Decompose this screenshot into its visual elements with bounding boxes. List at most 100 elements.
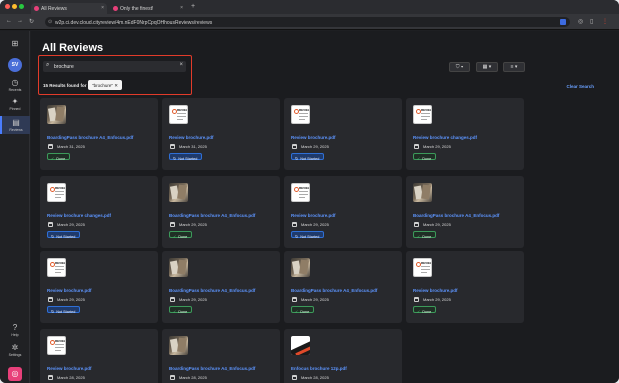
browser-tab[interactable]: Only the finest! × (110, 3, 186, 14)
review-card[interactable]: REVIEW Review brochure.pdf March 31, 2025 ↻… (162, 98, 280, 170)
file-name-link[interactable]: Review brochure.pdf (47, 288, 92, 293)
forward-icon[interactable]: → (17, 18, 23, 24)
status-badge: ↻ Not Started (169, 153, 203, 161)
file-name-link[interactable]: Review brochure.pdf (413, 288, 458, 293)
document-thumbnail[interactable] (291, 258, 310, 277)
sidebar-item-label: Reviews (9, 128, 23, 132)
review-card[interactable]: Enfocus brochure 12p.pdf March 28, 2025 (284, 329, 402, 383)
review-card[interactable]: BoardingPass brochure A4_Enfocus.pdf Marc… (162, 251, 280, 323)
document-thumbnail[interactable] (47, 105, 66, 124)
avatar[interactable]: SV (8, 58, 22, 72)
sort-icon: ≡ (510, 64, 514, 70)
minimize-window-icon[interactable] (12, 4, 17, 9)
file-name-link[interactable]: Review brochure.pdf (169, 135, 214, 140)
document-thumbnail[interactable]: REVIEW (413, 258, 432, 277)
search-input[interactable] (54, 62, 172, 71)
calendar-icon (170, 222, 175, 228)
review-card[interactable]: REVIEW Review brochure changes.pdf March 2… (406, 98, 524, 170)
file-name-link[interactable]: Enfocus brochure 12p.pdf (291, 366, 347, 371)
file-name-link[interactable]: Review brochure.pdf (47, 366, 92, 371)
back-icon[interactable]: ← (6, 18, 12, 24)
status-label: Done (178, 234, 188, 239)
file-name-link[interactable]: BoardingPass brochure A4_Enfocus.pdf (169, 288, 255, 293)
sort-button[interactable]: ≡ ▾ (503, 62, 525, 72)
address-bar[interactable]: ⊙ w2p.ci.dev.cloud.cityreview/4m.nEdF0Nr… (45, 17, 570, 27)
document-thumbnail[interactable]: REVIEW (47, 183, 66, 202)
review-card[interactable]: BoardingPass brochure A4_Enfocus.pdf Marc… (40, 98, 158, 170)
main-content: All Reviews ⌕ × 15 Results found for "br… (31, 31, 619, 383)
menu-icon[interactable]: ⋮ (602, 18, 608, 25)
calendar-icon (292, 222, 297, 228)
maximize-window-icon[interactable] (19, 4, 24, 9)
review-card[interactable]: REVIEW Review brochure changes.pdf March 2… (40, 176, 158, 248)
date-label: March 29, 2025 (423, 144, 451, 149)
extension-icon[interactable] (560, 18, 566, 25)
sidebar-item-help[interactable]: ? Help (0, 323, 30, 337)
status-badge: ✓ Done (169, 231, 193, 239)
tab-title: All Reviews (41, 6, 67, 12)
review-card[interactable]: REVIEW Review brochure.pdf March 28, 2025 (40, 329, 158, 383)
review-date: March 29, 2025 (48, 297, 85, 303)
view-grid-button[interactable]: ▦ ▾ (476, 62, 498, 72)
calendar-icon (48, 144, 53, 150)
document-thumbnail[interactable]: REVIEW (413, 105, 432, 124)
review-card[interactable]: REVIEW Review brochure.pdf March 29, 2025 ↻… (40, 251, 158, 323)
review-card[interactable]: REVIEW Review brochure.pdf March 29, 2025 ↻… (284, 176, 402, 248)
pending-icon: ↻ (295, 156, 299, 161)
calendar-icon (170, 375, 175, 381)
file-name-link[interactable]: Review brochure changes.pdf (47, 213, 111, 218)
search-term-chip[interactable]: "brochure" ✕ (88, 80, 123, 90)
document-thumbnail[interactable]: REVIEW (291, 105, 310, 124)
status-label: Not Started (300, 234, 320, 239)
review-card[interactable]: REVIEW Review brochure.pdf March 29, 2025 ✓… (406, 251, 524, 323)
close-window-icon[interactable] (5, 4, 10, 9)
close-tab-icon[interactable]: × (101, 5, 104, 11)
browser-tab-active[interactable]: All Reviews × (31, 3, 107, 14)
calendar-icon (48, 375, 53, 381)
review-card[interactable]: REVIEW Review brochure.pdf March 29, 2025 ↻… (284, 98, 402, 170)
filter-button[interactable]: ⛉ ▾ (449, 62, 470, 72)
calendar-icon (48, 222, 53, 228)
clear-search-link[interactable]: Clear Search (566, 84, 594, 89)
close-tab-icon[interactable]: × (180, 5, 183, 11)
clear-input-icon[interactable]: × (179, 62, 183, 68)
review-card[interactable]: BoardingPass brochure A4_Enfocus.pdf Marc… (162, 176, 280, 248)
document-thumbnail[interactable]: REVIEW (291, 183, 310, 202)
status-label: Not Started (178, 156, 198, 161)
reload-icon[interactable]: ↻ (29, 18, 34, 25)
help-icon: ? (12, 323, 18, 332)
apps-grid-icon[interactable]: ⊞ (0, 39, 30, 48)
profile-icon[interactable]: ◎ (578, 18, 583, 25)
sidebar-toggle-icon[interactable]: ▯ (590, 18, 593, 25)
review-date: March 29, 2025 (48, 222, 85, 228)
file-name-link[interactable]: BoardingPass brochure A4_Enfocus.pdf (169, 213, 255, 218)
file-name-link[interactable]: BoardingPass brochure A4_Enfocus.pdf (169, 366, 255, 371)
file-name-link[interactable]: BoardingPass brochure A4_Enfocus.pdf (47, 135, 133, 140)
date-label: March 29, 2025 (423, 297, 451, 302)
document-thumbnail[interactable] (169, 336, 188, 355)
document-thumbnail[interactable] (291, 336, 310, 355)
sidebar-item-recents[interactable]: ◷ Recents (0, 78, 30, 92)
review-card[interactable]: BoardingPass brochure A4_Enfocus.pdf Marc… (406, 176, 524, 248)
file-name-link[interactable]: BoardingPass brochure A4_Enfocus.pdf (413, 213, 499, 218)
file-name-link[interactable]: Review brochure.pdf (291, 213, 336, 218)
sidebar-item-pinned[interactable]: ✦ Pinned (0, 97, 30, 111)
file-name-link[interactable]: Review brochure changes.pdf (413, 135, 477, 140)
document-thumbnail[interactable]: REVIEW (47, 336, 66, 355)
document-thumbnail[interactable] (413, 183, 432, 202)
file-name-link[interactable]: Review brochure.pdf (291, 135, 336, 140)
document-thumbnail[interactable] (169, 183, 188, 202)
review-card[interactable]: BoardingPass brochure A4_Enfocus.pdf Marc… (284, 251, 402, 323)
review-card[interactable]: BoardingPass brochure A4_Enfocus.pdf Marc… (162, 329, 280, 383)
calendar-icon (292, 144, 297, 150)
file-name-link[interactable]: BoardingPass brochure A4_Enfocus.pdf (291, 288, 377, 293)
document-thumbnail[interactable] (169, 258, 188, 277)
sidebar-item-settings[interactable]: ✲ Settings (0, 343, 30, 357)
pending-icon: ↻ (173, 156, 177, 161)
document-thumbnail[interactable]: REVIEW (47, 258, 66, 277)
document-thumbnail[interactable]: REVIEW (169, 105, 188, 124)
site-info-icon[interactable]: ⊙ (48, 19, 52, 25)
new-tab-icon[interactable]: + (191, 3, 195, 10)
remove-chip-icon[interactable]: ✕ (114, 83, 118, 88)
sidebar-item-reviews[interactable]: ▤ Reviews (0, 116, 30, 134)
